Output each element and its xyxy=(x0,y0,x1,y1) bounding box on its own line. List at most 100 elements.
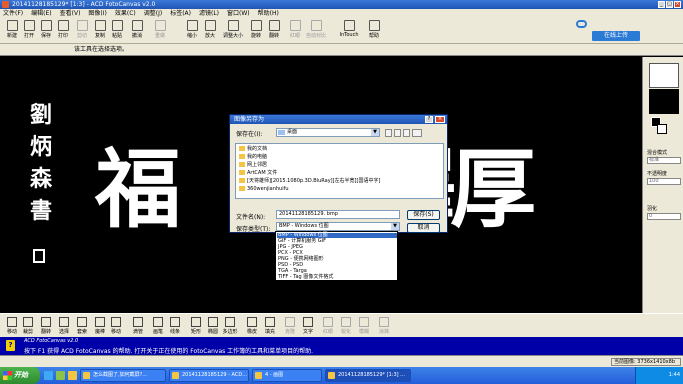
menu-item[interactable]: 编辑(E) xyxy=(31,9,51,18)
upload-button[interactable]: 在线上传 xyxy=(592,31,640,41)
toolbar-redeye-button[interactable]: 红眼 xyxy=(287,20,303,42)
window-title: 20141128185129* [1:3] - ACD FotoCanvas v… xyxy=(12,1,156,8)
toolbar-label: 自动对比 xyxy=(305,33,326,39)
task-label: 20141128185129* [1:3] ... xyxy=(338,372,405,378)
tool-move-selection-button[interactable]: 移动 xyxy=(108,317,124,337)
menu-item[interactable]: 窗口(W) xyxy=(227,9,250,18)
paint-task-icon xyxy=(255,372,262,379)
close-button[interactable]: × xyxy=(674,1,681,8)
copy-icon xyxy=(94,20,106,31)
desktop-folder-icon xyxy=(278,130,285,135)
tool-crop-button[interactable]: 裁剪 xyxy=(20,317,36,337)
cancel-button[interactable]: 取消 xyxy=(407,223,440,233)
toolbar-undo-button[interactable]: 撤消 xyxy=(129,20,145,42)
white-swatch[interactable] xyxy=(649,63,679,88)
task-fotocanvas[interactable]: 20141128185129* [1:3] ... xyxy=(325,369,411,382)
toolbar-auto-contrast-button[interactable]: 自动对比 xyxy=(306,20,326,42)
signature-char-2: 炳 xyxy=(30,134,53,160)
toolbar-label: 放大 xyxy=(204,33,215,39)
maximize-button[interactable]: □ xyxy=(666,1,673,8)
toolbar-intouch-button[interactable]: InTouch xyxy=(340,20,359,42)
file-list-item[interactable]: ArtCAM 文件 xyxy=(239,170,277,176)
tool-sharpen-button[interactable]: 锐化 xyxy=(338,317,354,337)
task-label: 怎么截图了,如何截屏?... xyxy=(93,372,148,378)
background-color[interactable] xyxy=(657,124,667,134)
tool-blur-button[interactable]: 模糊 xyxy=(356,317,372,337)
tools-toolbar: 移动 裁剪 翻转 选择 套索 魔棒 移动 滴管 画笔 线条 矩形 椭圆 多边形 橡皮 填充 克隆 文字 红眼 锐化模… xyxy=(0,313,683,337)
up-folder-icon[interactable] xyxy=(394,129,401,137)
dialog-close-button[interactable]: × xyxy=(435,116,445,123)
folder-quick-icon[interactable] xyxy=(68,371,77,380)
file-list-item[interactable]: [天将雄师][2015.1080p.3D.BluRay][左右半宽][国语中字] xyxy=(239,178,380,184)
start-button[interactable]: 开始 xyxy=(0,367,40,384)
toolbar-paste-button[interactable]: 粘贴 xyxy=(109,20,125,42)
filetype-option[interactable]: TIFF - Tag 图像文件格式 xyxy=(277,275,397,280)
file-list-item[interactable]: 我的电脑 xyxy=(239,154,267,160)
tool-eraser-button[interactable]: 橡皮 xyxy=(244,317,260,337)
save-in-select[interactable]: 桌面 ▼ xyxy=(276,128,380,137)
toolbar-flip-button[interactable]: 翻转 xyxy=(266,20,282,42)
file-list-item[interactable]: 360wenjianhuifu xyxy=(239,186,289,192)
toolbar-print-button[interactable]: 打印 xyxy=(55,20,71,42)
help-question-icon[interactable]: ? xyxy=(425,116,433,123)
new-folder-icon[interactable] xyxy=(403,129,410,137)
blend-mode-select[interactable]: 标准 xyxy=(647,157,681,164)
back-icon[interactable] xyxy=(385,129,392,137)
menu-item[interactable]: 文件(F) xyxy=(3,9,23,18)
tool-clone-button[interactable]: 克隆 xyxy=(282,317,298,337)
menu-item[interactable]: 滤镜(L) xyxy=(199,9,219,18)
black-swatch[interactable] xyxy=(649,89,679,114)
eyedropper-icon xyxy=(133,317,143,327)
tool-fill-button[interactable]: 填充 xyxy=(262,317,278,337)
task-paint[interactable]: 4 - 画图 xyxy=(252,369,322,382)
file-list[interactable]: 我的文档我的电脑网上邻居 ArtCAM 文件 [天将雄师][2015.1080p.3… xyxy=(235,143,444,199)
redeye-icon xyxy=(289,20,301,31)
tool-redeye-tool-button[interactable]: 红眼 xyxy=(320,317,336,337)
menu-item[interactable]: 图像(I) xyxy=(88,9,106,18)
opacity-field[interactable]: 100 xyxy=(647,178,681,185)
tool-select-button[interactable]: 选择 xyxy=(56,317,72,337)
menu-item[interactable]: 标签(A) xyxy=(170,9,191,18)
save-button[interactable]: 保存(S) xyxy=(407,210,440,220)
tool-text-button[interactable]: 文字 xyxy=(300,317,316,337)
feather-field[interactable]: 0 xyxy=(647,213,681,220)
task-acd[interactable]: 20141128185129 - ACD... xyxy=(169,369,249,382)
view-menu-icon[interactable] xyxy=(412,129,422,137)
menu-item[interactable]: 帮助(H) xyxy=(258,9,279,18)
toolbar-resize-button[interactable]: 调整大小 xyxy=(223,20,243,42)
brush-icon xyxy=(153,317,163,327)
flip-icon xyxy=(268,20,280,31)
chevron-down-icon: ▼ xyxy=(371,129,379,136)
text-icon xyxy=(303,317,313,327)
menu-item[interactable]: 调整(J) xyxy=(144,9,162,18)
tool-polygon-button[interactable]: 多边形 xyxy=(222,317,238,337)
toolbar-redo-button[interactable]: 重做 xyxy=(152,20,168,42)
blur-icon xyxy=(359,317,369,327)
ie-icon[interactable] xyxy=(44,371,53,380)
filetype-select[interactable]: BMP - Windows 位图 ▼ xyxy=(276,222,400,231)
filename-input[interactable]: 20141128185129. bmp xyxy=(276,210,400,219)
help-icon xyxy=(368,20,380,31)
menu-item[interactable]: 效果(C) xyxy=(115,9,136,18)
toolbar-help-button[interactable]: 帮助 xyxy=(366,20,382,42)
move-icon xyxy=(7,317,17,327)
tool-flip-tool-button[interactable]: 翻转 xyxy=(38,317,54,337)
toolbar-zoom-in-button[interactable]: 放大 xyxy=(202,20,218,42)
move-selection-icon xyxy=(111,317,121,327)
browser-task-icon xyxy=(83,372,90,379)
file-list-item[interactable]: 我的文档 xyxy=(239,146,267,152)
fotocanvas-task-icon xyxy=(328,372,335,379)
tool-eyedropper-button[interactable]: 滴管 xyxy=(130,317,146,337)
menu-item[interactable]: 查看(V) xyxy=(60,9,81,18)
minimize-button[interactable]: _ xyxy=(658,1,665,8)
task-browser[interactable]: 怎么截图了,如何截屏?... xyxy=(80,369,166,382)
zoom-in-icon xyxy=(204,20,216,31)
file-name: 360wenjianhuifu xyxy=(247,186,289,192)
desktop-icon[interactable] xyxy=(56,371,65,380)
tool-lasso-button[interactable]: 套索 xyxy=(74,317,90,337)
file-list-item[interactable]: 网上邻居 xyxy=(239,162,267,168)
tool-smudge-button[interactable]: 涂抹 xyxy=(376,317,392,337)
paste-icon xyxy=(111,20,123,31)
folder-icon xyxy=(239,178,245,183)
tool-line-button[interactable]: 线条 xyxy=(167,317,183,337)
